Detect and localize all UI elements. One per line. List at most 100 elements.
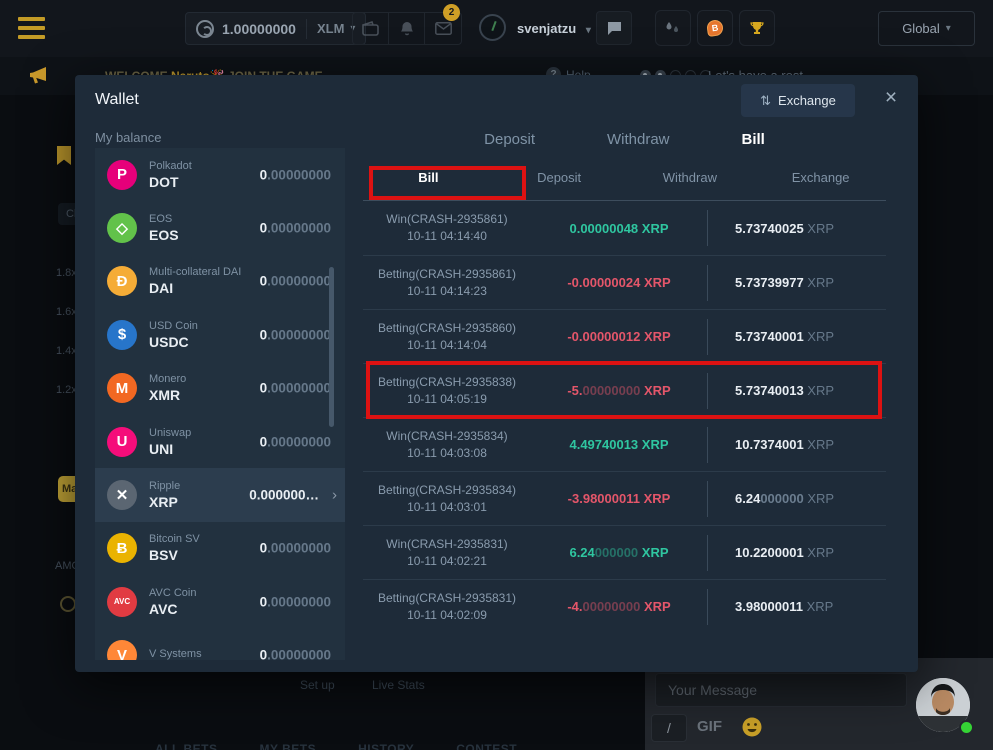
transaction-balance: 5.73740013 XRP (707, 383, 886, 398)
setup-link[interactable]: Set up (300, 678, 335, 692)
coin-name: AVC Coin (149, 587, 196, 599)
transaction-amount: -3.98000011 XRP (531, 491, 707, 506)
bill-table-row[interactable]: Betting(CRASH-2935861) 10-11 04:14:23 -0… (363, 255, 886, 309)
axis-label: 1.8x (56, 267, 77, 279)
bill-header-withdraw[interactable]: Withdraw (625, 170, 756, 185)
region-select[interactable]: Global ▾ (878, 11, 975, 46)
transaction-name: Betting(CRASH-2935860) (363, 320, 531, 337)
bell-icon (400, 21, 414, 37)
coin-ticker: XRP (149, 494, 180, 510)
wallet-button[interactable] (353, 13, 389, 44)
coin-ticker: DAI (149, 280, 241, 296)
transaction-name: Win(CRASH-2935861) (363, 211, 531, 228)
username-label: svenjatzu (517, 21, 576, 36)
coin-logo-icon: Đ (107, 266, 137, 296)
coin-balance: 0.00000000 (260, 434, 331, 449)
app-root: 1.00000000 XLM ▾ 2 svenjatzu ▾ (0, 0, 993, 750)
notifications-button[interactable] (389, 13, 425, 44)
coin-ticker: EOS (149, 227, 179, 243)
bill-header-exchange[interactable]: Exchange (755, 170, 886, 185)
coin-name: V Systems (149, 648, 202, 660)
bill-table-row[interactable]: Win(CRASH-2935831) 10-11 04:02:21 6.2400… (363, 525, 886, 579)
coin-list-item[interactable]: AVC AVC Coin AVC 0.00000000 (95, 575, 345, 628)
transaction-balance: 10.7374001 XRP (707, 437, 886, 452)
user-avatar[interactable] (479, 14, 506, 41)
emoji-picker-icon[interactable] (741, 716, 763, 738)
coin-balance: 0.00000000 (260, 221, 331, 236)
close-icon[interactable]: × (879, 87, 903, 111)
bill-table-row[interactable]: Win(CRASH-2935861) 10-11 04:14:40 0.0000… (363, 201, 886, 255)
coin-name: Monero (149, 373, 186, 385)
bill-table-row[interactable]: Betting(CRASH-2935831) 10-11 04:02:09 -4… (363, 579, 886, 625)
tab-history[interactable]: HISTORY (358, 742, 414, 750)
bill-header-deposit[interactable]: Deposit (494, 170, 625, 185)
bill-header-bill[interactable]: Bill (363, 170, 494, 185)
transaction-time: 10-11 04:03:01 (363, 499, 531, 516)
transaction-name: Betting(CRASH-2935838) (363, 374, 531, 391)
coin-list-item[interactable]: P Polkadot DOT 0.00000000 (95, 148, 345, 201)
mail-icon (435, 22, 452, 35)
tab-contest[interactable]: CONTEST (456, 742, 517, 750)
wallet-tab-deposit[interactable]: Deposit (484, 131, 535, 148)
trophy-icon (749, 20, 765, 36)
coin-ticker: DOT (149, 174, 192, 190)
wallet-tab-bill[interactable]: Bill (742, 131, 765, 148)
coin-name: Bitcoin SV (149, 533, 200, 545)
coin-balance: 0.000000… (249, 488, 319, 503)
balance-selector[interactable]: 1.00000000 XLM ▾ (185, 12, 366, 45)
bill-table-row[interactable]: Betting(CRASH-2935834) 10-11 04:03:01 -3… (363, 471, 886, 525)
chat-bubble-icon (606, 21, 623, 36)
coin-logo-icon: M (107, 373, 137, 403)
coin-balance: 0.00000000 (260, 381, 331, 396)
coin-list-item[interactable]: U Uniswap UNI 0.00000000 (95, 415, 345, 468)
exchange-label: Exchange (778, 93, 836, 108)
bill-table-row[interactable]: Betting(CRASH-2935860) 10-11 04:14:04 -0… (363, 309, 886, 363)
coin-list-item[interactable]: V V Systems 0.00000000 (95, 629, 345, 660)
slash-command-button[interactable]: / (651, 714, 687, 742)
bill-table-headers: BillDepositWithdrawExchange (363, 170, 886, 185)
chat-message-input[interactable] (655, 673, 907, 707)
tab-my-bets[interactable]: MY BETS (259, 742, 316, 750)
bill-table-row[interactable]: Win(CRASH-2935834) 10-11 04:03:08 4.4974… (363, 417, 886, 471)
coin-list-item[interactable]: M Monero XMR 0.00000000 (95, 362, 345, 415)
transaction-name: Win(CRASH-2935831) (363, 536, 531, 553)
username-menu[interactable]: svenjatzu ▾ (517, 21, 591, 36)
transaction-amount: -0.00000024 XRP (531, 275, 707, 290)
bill-table-row[interactable]: Betting(CRASH-2935838) 10-11 04:05:19 -5… (363, 363, 886, 417)
transaction-amount: -0.00000012 XRP (531, 329, 707, 344)
coin-list-item[interactable]: $ USD Coin USDC 0.00000000 (95, 308, 345, 361)
hamburger-menu-icon[interactable] (18, 17, 45, 39)
coin-name: Polkadot (149, 160, 192, 172)
coin-list-scrollbar[interactable] (329, 267, 334, 427)
rain-button[interactable] (655, 10, 691, 46)
gif-button[interactable]: GIF (697, 718, 722, 735)
transaction-amount: 4.49740013 XRP (531, 437, 707, 452)
coin-logo-icon: P (107, 160, 137, 190)
chat-toggle-button[interactable] (596, 11, 632, 45)
coin-list-item[interactable]: Ƀ Bitcoin SV BSV 0.00000000 (95, 522, 345, 575)
caret-down-icon: ▾ (586, 25, 591, 36)
crypto-fire-button[interactable]: B (697, 10, 733, 46)
megaphone-icon (28, 65, 50, 85)
transaction-time: 10-11 04:05:19 (363, 391, 531, 408)
coin-list: P Polkadot DOT 0.00000000 ◇ EOS EOS 0.00… (95, 148, 345, 660)
coin-name: Uniswap (149, 427, 191, 439)
exchange-button[interactable]: ⇅ Exchange (741, 84, 855, 117)
coin-list-item[interactable]: Đ Multi-collateral DAI DAI 0.00000000 (95, 255, 345, 308)
contest-button[interactable] (739, 10, 775, 46)
coin-name: Ripple (149, 480, 180, 492)
live-stats-link[interactable]: Live Stats (372, 678, 425, 692)
transaction-balance: 10.2200001 XRP (707, 545, 886, 560)
coin-list-item[interactable]: ✕ Ripple XRP 0.000000… › (95, 468, 345, 521)
bookmark-icon (57, 146, 71, 165)
transaction-balance: 5.73740001 XRP (707, 329, 886, 344)
coin-logo-icon: Ƀ (107, 533, 137, 563)
coin-list-item[interactable]: ◇ EOS EOS 0.00000000 (95, 201, 345, 254)
tab-all-bets[interactable]: ALL BETS (155, 742, 217, 750)
chevron-right-icon: › (332, 487, 337, 504)
axis-label: 1.4x (56, 345, 77, 357)
coin-balance: 0.00000000 (260, 274, 331, 289)
wallet-tabs: Deposit Withdraw Bill (363, 131, 886, 148)
wallet-tab-withdraw[interactable]: Withdraw (607, 131, 670, 148)
coin-balance: 0.00000000 (260, 594, 331, 609)
